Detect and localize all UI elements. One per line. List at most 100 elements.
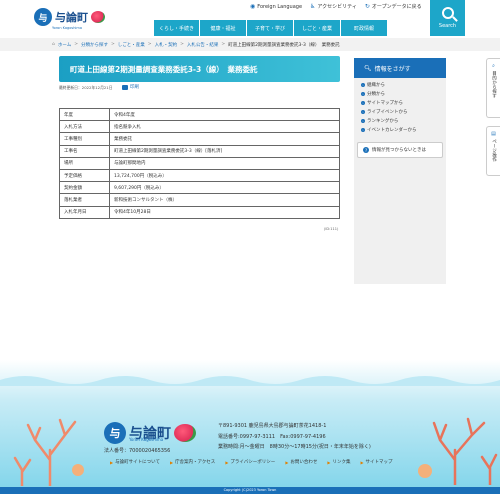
footer-link-sitemap[interactable]: ▶ サイトマップ xyxy=(360,459,393,466)
table-value: 新和技術コンサルタント（株） xyxy=(109,193,340,207)
sidebar-list: › 組織から › 分類から › サイトマップから › ライブイベントから › ランキングか… xyxy=(361,82,417,133)
foreign-language-link[interactable]: ◉ Foreign Language xyxy=(250,3,302,10)
foreign-language-label: Foreign Language xyxy=(257,3,303,10)
footer-link-about[interactable]: ▶ 与論町サイトについて xyxy=(110,459,160,466)
table-row: 契約金額 9,607,290円（税込み） xyxy=(59,181,340,195)
phone-line: 電話番号:0997-97-3111 Fax:0997-97-4196 xyxy=(218,433,326,440)
sidebar-item-event-calendar[interactable]: › イベントカレンダーから xyxy=(361,127,417,133)
chevron-right-icon: › xyxy=(361,110,365,114)
breadcrumb-bid-results[interactable]: 入札公告・結果 xyxy=(187,42,219,48)
footer-address: 〒891-9301 鹿児島県大島郡与論町茶花1418-1 電話番号:0997-9… xyxy=(218,421,371,453)
footer-link-contact[interactable]: ▶ お問い合わせ xyxy=(285,459,318,466)
chevron-right-icon: > xyxy=(221,42,226,47)
sidebar-item-label: イベントカレンダーから xyxy=(367,128,417,133)
global-nav: くらし・手続き 健康・福祉 子育て・学び しごと・産業 町政情報 xyxy=(154,20,388,36)
logo-subtitle: Yoron Kagoshima xyxy=(52,26,82,30)
arrow-right-icon: ▶ xyxy=(285,459,289,465)
search-icon xyxy=(441,7,454,19)
chevron-right-icon: > xyxy=(147,42,152,47)
sidebar-heading: 🔍︎ 情報をさがす xyxy=(354,58,446,78)
footer-logo-subtitle: Yoron Kagoshima xyxy=(129,437,164,442)
chevron-right-icon: › xyxy=(361,119,365,123)
logo-title: 与論町 xyxy=(55,11,88,24)
table-value: 9,607,290円（税込み） xyxy=(109,181,340,195)
breadcrumb-current: 町道上田線第2期測量調査業務委託3-3（線） 業務委託 xyxy=(228,42,340,48)
purpose-search-label: 目的から探す xyxy=(491,71,497,98)
footer-link-access[interactable]: ▶ 庁舎案内・アクセス xyxy=(170,459,215,466)
page-operation-tab[interactable]: ▤ ページ操作 xyxy=(486,126,500,176)
refresh-icon: ↻ xyxy=(364,3,370,10)
arrow-right-icon: ▶ xyxy=(225,459,229,465)
footer-link-label: お問い合わせ xyxy=(290,460,318,465)
site-logo[interactable]: 与 与論町 Yoron Kagoshima xyxy=(34,8,105,30)
hours-line: 業務時間:月～金曜日 8時30分～17時15分(祝日・年末年始を除く) xyxy=(218,444,371,450)
faq-button[interactable]: ? 情報が見つからないときは xyxy=(357,142,443,158)
sidebar-item-label: サイトマップから xyxy=(367,101,403,106)
page-title: 町道上田線第2期測量調査業務委託3-3（線） 業務委託 xyxy=(59,56,340,82)
globe-icon: ◉ xyxy=(250,3,256,10)
chevron-right-icon: > xyxy=(180,42,184,47)
search-icon: 🔍︎ xyxy=(364,64,372,72)
breadcrumb-category[interactable]: 分類から探す xyxy=(81,42,108,48)
breadcrumb-bidding[interactable]: 入札・契約 xyxy=(155,42,178,48)
corporate-number: 法人番号：7000020465356 xyxy=(104,448,171,454)
sidebar-item-organization[interactable]: › 組織から xyxy=(361,82,417,88)
table-row: 落札業者 新和技術コンサルタント（株） xyxy=(59,193,340,207)
sidebar-item-live-event[interactable]: › ライブイベントから xyxy=(361,109,417,115)
footer-link-label: サイトマップ xyxy=(365,460,393,465)
footer-link-privacy[interactable]: ▶ プライバシーポリシー xyxy=(225,459,276,466)
nav-item-work[interactable]: しごと・産業 xyxy=(294,20,341,36)
table-key: 場所 xyxy=(59,156,110,170)
accessibility-label: アクセシビリティ xyxy=(317,4,357,10)
arrow-right-icon: ▶ xyxy=(360,459,364,465)
search-button[interactable]: Search xyxy=(430,0,465,36)
accessibility-icon: ♿ xyxy=(310,3,316,10)
print-link[interactable]: 印刷 xyxy=(122,84,139,90)
nav-item-government[interactable]: 町政情報 xyxy=(341,20,388,36)
wave-decoration xyxy=(0,376,500,386)
address-line: 〒891-9301 鹿児島県大島郡与論町茶花1418-1 xyxy=(218,423,327,429)
utility-links: ◉ Foreign Language ♿ アクセシビリティ ↻ オープンデータに戻る xyxy=(250,3,422,10)
chevron-right-icon: › xyxy=(361,83,365,87)
accessibility-link[interactable]: ♿ アクセシビリティ xyxy=(310,3,357,10)
print-label: 印刷 xyxy=(130,85,139,90)
sidebar-item-label: ランキングから xyxy=(367,119,399,124)
copyright: Copyright (C)2023 Yoron Town xyxy=(0,487,500,494)
nav-item-life[interactable]: くらし・手続き xyxy=(154,20,200,36)
logo-mark-icon: 与 xyxy=(104,422,126,444)
table-value: 指名競争入札 xyxy=(109,120,340,134)
purpose-search-tab[interactable]: ⌕ 目的から探す xyxy=(486,58,500,118)
table-key: 年度 xyxy=(59,107,110,122)
chevron-right-icon: > xyxy=(74,42,79,47)
table-key: 工事名 xyxy=(59,144,110,158)
sidebar-heading-label: 情報をさがす xyxy=(374,65,411,73)
home-icon: ⌂ xyxy=(52,42,55,47)
nav-item-childcare[interactable]: 子育て・学び xyxy=(247,20,294,36)
chevron-right-icon: › xyxy=(361,92,365,96)
opendata-link[interactable]: ↻ オープンデータに戻る xyxy=(365,3,422,10)
table-row: 場所 与論町那間地内 xyxy=(59,156,340,170)
breadcrumb: ⌂ ホーム > 分類から探す > しごと・産業 > 入札・契約 > 入札公告・結… xyxy=(0,38,500,51)
footer-link-links[interactable]: ▶ リンク集 xyxy=(327,459,351,466)
hibiscus-icon xyxy=(91,11,105,23)
sidebar-item-ranking[interactable]: › ランキングから xyxy=(361,118,417,124)
arrow-right-icon: ▶ xyxy=(110,459,114,465)
logo-mark-icon: 与 xyxy=(34,8,52,26)
sidebar-item-label: 分類から xyxy=(367,92,385,97)
chevron-right-icon: › xyxy=(361,101,365,105)
nav-item-health[interactable]: 健康・福祉 xyxy=(200,20,247,36)
table-row: 工事名 町道上田線第2期測量調査業務委託3-3（線）[落札済] xyxy=(59,144,340,158)
sidebar-item-category[interactable]: › 分類から xyxy=(361,91,417,97)
footer-links: ▶ 与論町サイトについて ▶ 庁舎案内・アクセス ▶ プライバシーポリシー ▶ お問い合… xyxy=(110,459,393,466)
sidebar-item-sitemap[interactable]: › サイトマップから xyxy=(361,100,417,106)
breadcrumb-work[interactable]: しごと・産業 xyxy=(118,42,145,48)
footer-link-label: プライバシーポリシー xyxy=(230,460,276,465)
footer-link-label: リンク集 xyxy=(332,460,351,465)
table-value: 業務委託 xyxy=(109,132,340,146)
document-icon: ▤ xyxy=(491,131,496,137)
breadcrumb-home[interactable]: ホーム xyxy=(58,42,71,48)
arrow-right-icon: ▶ xyxy=(327,459,331,465)
chevron-right-icon: > xyxy=(111,42,115,47)
table-key: 入札年月日 xyxy=(59,205,110,219)
printer-icon xyxy=(122,84,128,90)
